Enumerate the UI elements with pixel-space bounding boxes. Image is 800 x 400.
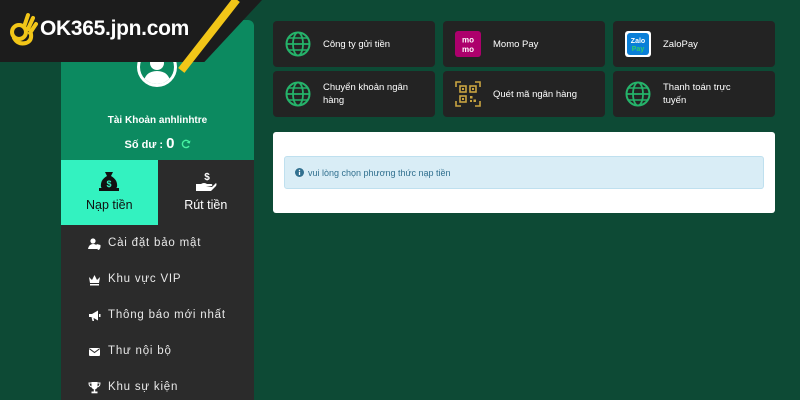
momo-icon: mo mo — [455, 31, 481, 57]
payment-method-company[interactable]: Công ty gửi tiền — [273, 21, 435, 67]
payment-method-label: Chuyển khoản ngân hàng — [323, 82, 409, 106]
menu-item-vip[interactable]: Khu vực VIP — [61, 261, 254, 297]
account-name: Tài Khoản anhlinhtre — [107, 115, 208, 126]
money-bag-icon: $ — [99, 172, 120, 191]
svg-text:$: $ — [107, 179, 112, 189]
svg-text:$: $ — [204, 172, 210, 183]
svg-text:Pay: Pay — [632, 46, 645, 53]
menu-item-label: Thông báo mới nhất — [108, 309, 226, 321]
menu-item-label: Thư nội bộ — [108, 345, 172, 357]
menu-item-inbox[interactable]: Thư nội bộ — [61, 333, 254, 369]
refresh-icon[interactable] — [181, 139, 191, 149]
side-menu: Cài đặt bảo mật Khu vực VIP Thông báo mớ… — [61, 225, 254, 400]
tab-deposit[interactable]: $ Nạp tiền — [61, 160, 158, 225]
payment-method-label: ZaloPay — [663, 38, 698, 50]
zalopay-icon: Zalo Pay — [625, 31, 651, 57]
balance-label: Số dư : — [124, 139, 164, 151]
payment-method-online[interactable]: Thanh toán trực tuyến — [613, 71, 775, 117]
menu-item-events[interactable]: Khu sự kiện — [61, 369, 254, 400]
globe-icon — [285, 81, 311, 107]
payment-method-momo[interactable]: mo mo Momo Pay — [443, 21, 605, 67]
menu-item-news[interactable]: Thông báo mới nhất — [61, 297, 254, 333]
balance-value: 0 — [166, 135, 175, 152]
tab-deposit-label: Nạp tiền — [85, 198, 133, 212]
info-alert: vui lòng chọn phương thức nạp tiền — [284, 156, 764, 189]
tab-withdraw[interactable]: $ Rút tiền — [157, 160, 254, 225]
megaphone-icon — [89, 310, 101, 321]
svg-text:Zalo: Zalo — [631, 38, 645, 45]
qr-code-icon — [455, 81, 481, 107]
payment-method-bank-qr[interactable]: Quét mã ngân hàng — [443, 71, 605, 117]
menu-item-label: Khu vực VIP — [108, 273, 182, 285]
svg-text:mo: mo — [462, 45, 474, 54]
user-shield-icon — [88, 237, 101, 250]
alert-text: vui lòng chọn phương thức nạp tiền — [308, 167, 451, 178]
payment-method-zalopay[interactable]: Zalo Pay ZaloPay — [613, 21, 775, 67]
menu-item-security[interactable]: Cài đặt bảo mật — [61, 225, 254, 261]
hand-cash-icon: $ — [195, 172, 217, 191]
balance: Số dư : 0 — [61, 135, 254, 152]
globe-icon — [285, 31, 311, 57]
payment-method-bank-transfer[interactable]: Chuyển khoản ngân hàng — [273, 71, 435, 117]
deposit-withdraw-tabs: $ Nạp tiền $ Rút tiền — [61, 160, 254, 225]
payment-method-label: Quét mã ngân hàng — [493, 88, 577, 100]
crown-icon — [89, 274, 100, 285]
envelope-icon — [89, 347, 100, 356]
site-logo[interactable]: OK365.jpn.com — [8, 12, 189, 46]
payment-method-label: Momo Pay — [493, 38, 539, 50]
menu-item-label: Cài đặt bảo mật — [108, 237, 202, 249]
globe-icon — [625, 81, 651, 107]
svg-text:mo: mo — [462, 36, 474, 45]
payment-method-label: Thanh toán trực tuyến — [663, 82, 731, 106]
tab-withdraw-label: Rút tiền — [184, 198, 228, 212]
ok-hand-icon — [10, 13, 38, 46]
menu-item-label: Khu sự kiện — [108, 381, 179, 393]
trophy-icon — [88, 381, 101, 393]
info-icon — [295, 168, 304, 177]
logo-text: OK365.jpn.com — [40, 17, 189, 40]
payment-method-label: Công ty gửi tiền — [323, 38, 391, 50]
deposit-content-panel: vui lòng chọn phương thức nạp tiền — [273, 132, 775, 213]
